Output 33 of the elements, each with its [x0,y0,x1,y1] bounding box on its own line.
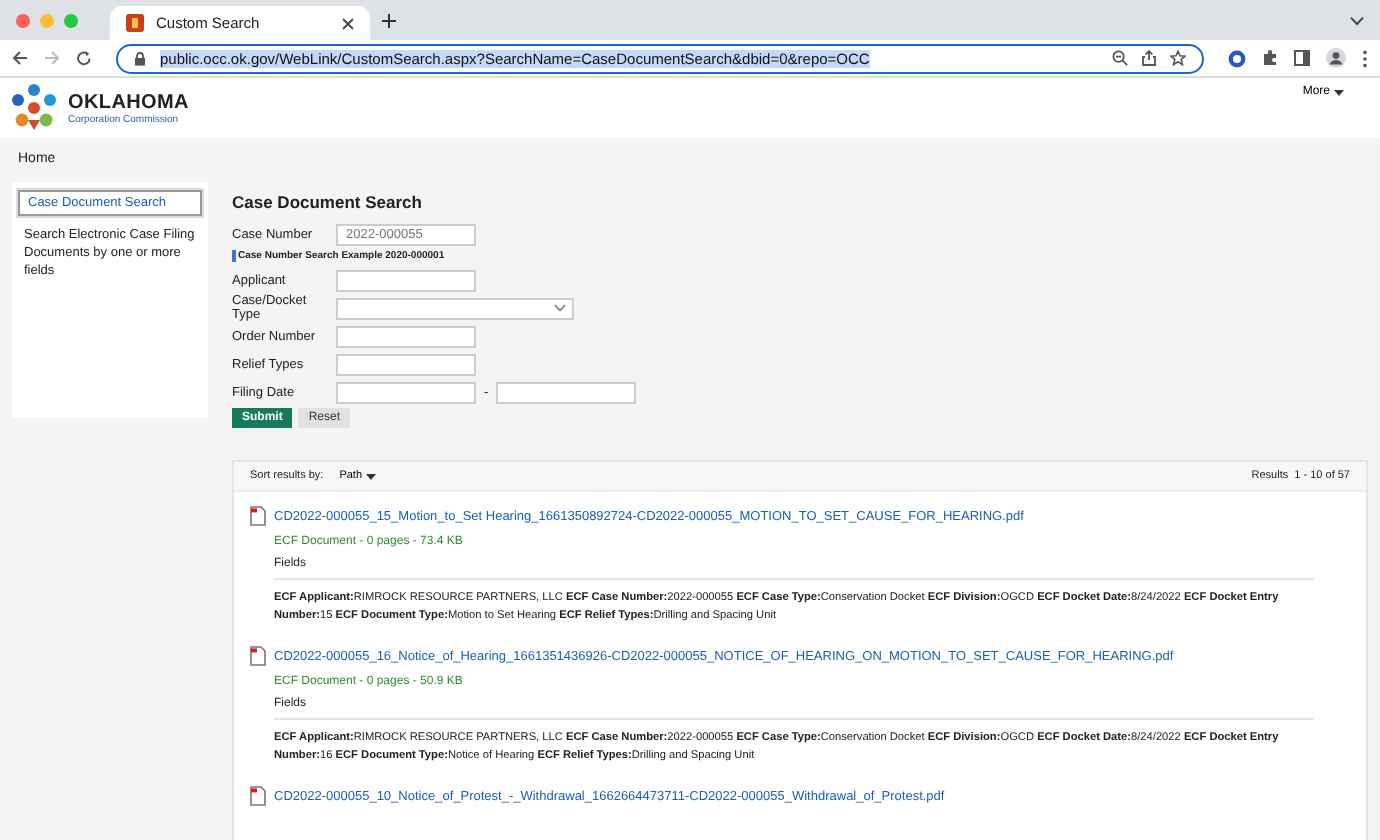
zoom-out-icon[interactable] [1112,50,1128,66]
site-favicon-icon [126,14,144,32]
reload-icon[interactable] [76,50,92,66]
lock-icon [134,51,146,65]
form-title: Case Document Search [232,192,424,212]
input-field[interactable] [336,353,476,375]
logo-title: OKLAHOMA [68,91,189,113]
close-icon[interactable] [342,17,354,29]
chevron-down-icon [554,304,566,312]
maximize-window-dot[interactable] [64,13,78,27]
kebab-menu-icon[interactable] [1362,49,1368,67]
input-field[interactable] [336,325,476,347]
extension-circle-icon[interactable] [1228,49,1246,67]
profile-avatar-icon[interactable] [1326,48,1346,68]
dropdown-field[interactable] [336,297,574,319]
chevron-down-icon[interactable] [1350,15,1364,25]
pdf-file-icon [250,646,266,666]
pdf-file-icon [250,506,266,526]
input-field[interactable] [336,381,476,403]
puzzle-icon[interactable] [1262,50,1278,66]
pdf-file-icon [250,786,266,806]
caret-icon [366,473,377,479]
share-icon[interactable] [1142,50,1156,66]
minimize-window-dot[interactable] [40,13,54,27]
star-icon[interactable] [1170,50,1186,66]
close-window-dot[interactable] [16,13,30,27]
input-field[interactable] [336,269,476,291]
caret-icon [1334,89,1344,95]
star-logo-icon [8,82,60,134]
side-panel-icon[interactable] [1294,50,1310,66]
back-arrow-icon[interactable] [12,50,28,66]
new-tab-icon[interactable] [382,13,396,27]
input-field[interactable] [496,381,637,403]
